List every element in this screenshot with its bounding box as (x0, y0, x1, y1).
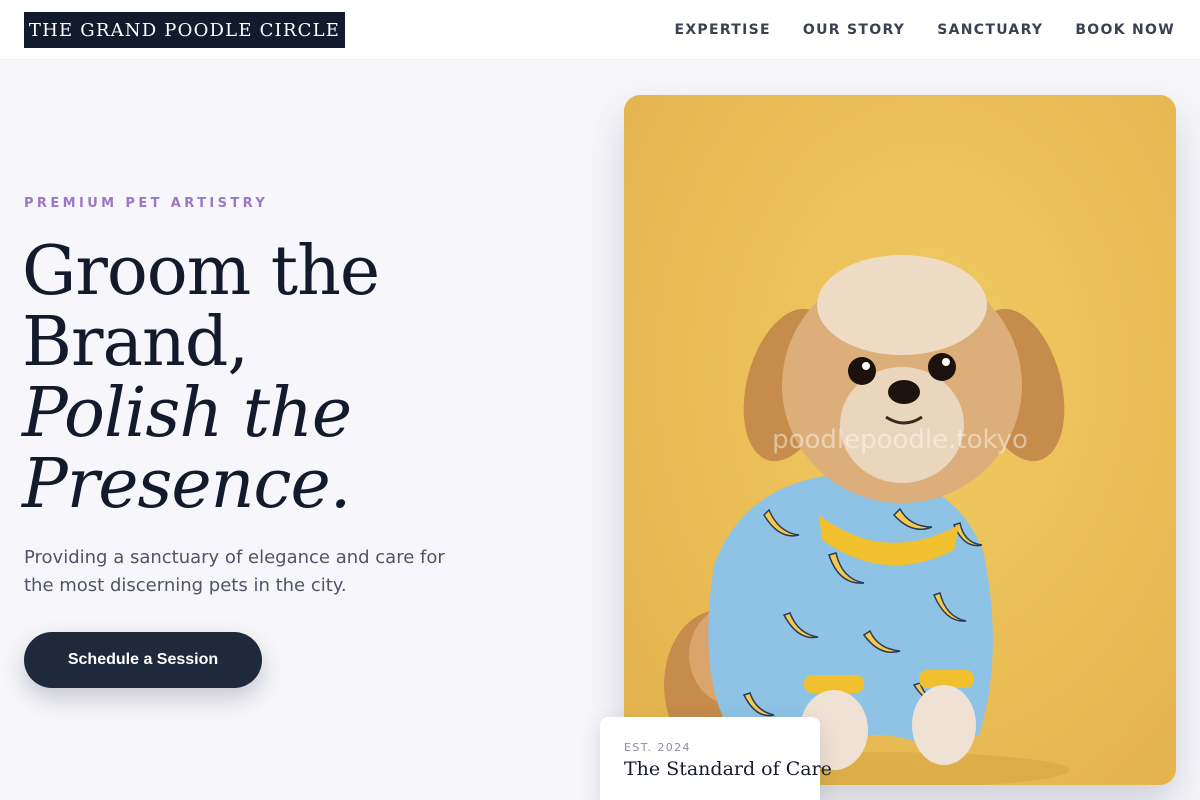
photo-watermark: poodlepoodle.tokyo (772, 425, 1028, 455)
hero-eyebrow: PREMIUM PET ARTISTRY (24, 196, 269, 211)
headline-line-3: Polish the (22, 374, 352, 453)
nav-link-our-story[interactable]: OUR STORY (803, 22, 905, 38)
badge-established: EST. 2024 (624, 741, 691, 754)
headline-line-4: Presence. (22, 445, 351, 524)
nav-link-book-now[interactable]: BOOK NOW (1075, 22, 1175, 38)
nav-links: EXPERTISE OUR STORY SANCTUARY BOOK NOW (674, 0, 1175, 60)
schedule-session-button[interactable]: Schedule a Session (24, 632, 262, 688)
hero-description: Providing a sanctuary of elegance and ca… (24, 547, 445, 596)
brand-logo[interactable]: THE GRAND POODLE CIRCLE (24, 12, 345, 48)
nav-link-expertise[interactable]: EXPERTISE (674, 22, 770, 38)
established-badge-card: EST. 2024 The Standard of Care (600, 717, 832, 800)
nav-link-sanctuary[interactable]: SANCTUARY (937, 22, 1043, 38)
hero-headline: Groom the Brand, Polish the Presence. (22, 236, 542, 520)
hero-dog-photo: poodlepoodle.tokyo (624, 95, 1176, 785)
badge-title: The Standard of Care (624, 758, 832, 780)
headline-line-1: Groom the (22, 232, 380, 311)
headline-line-2: Brand, (22, 303, 249, 382)
top-nav: THE GRAND POODLE CIRCLE EXPERTISE OUR ST… (0, 0, 1200, 60)
